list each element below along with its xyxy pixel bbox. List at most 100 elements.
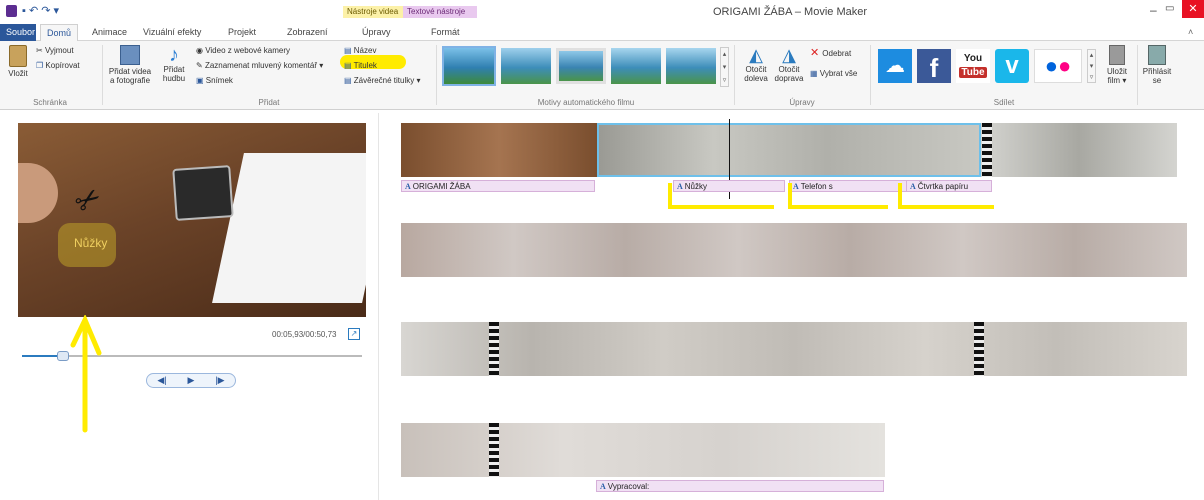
ribbon: Vložit ✂ Vyjmout ❐ Kopírovat Schránka Př…	[0, 41, 1204, 110]
video-clip-selected[interactable]	[597, 123, 981, 177]
group-label-themes: Motivy automatického filmu	[537, 98, 635, 107]
rotate-right-label-1: Otočit	[778, 65, 800, 74]
caption-label: Titulek	[353, 61, 377, 70]
paste-button[interactable]: Vložit	[4, 45, 32, 78]
caption-text: Vypracoval:	[607, 482, 650, 491]
restore-icon[interactable]: ▭	[1165, 3, 1174, 14]
collapse-ribbon-icon[interactable]: ˄	[1188, 27, 1193, 37]
annotation-arrow	[70, 315, 102, 433]
minimize-icon[interactable]: –	[1150, 3, 1157, 17]
transition-marker	[489, 423, 499, 477]
tab-file[interactable]: Soubor	[0, 24, 36, 41]
previous-frame-icon[interactable]: ◀|	[157, 374, 166, 387]
select-all-button[interactable]: ▦ Vybrat vše	[810, 69, 857, 78]
rotate-left-button[interactable]: ◭ Otočit doleva	[740, 45, 772, 83]
fullscreen-icon[interactable]: ↗	[348, 328, 360, 340]
theme-thumbnail[interactable]	[442, 46, 496, 86]
tab-format[interactable]: Formát	[425, 24, 466, 41]
next-frame-icon[interactable]: |▶	[215, 374, 224, 387]
window-title: ORIGAMI ŽÁBA – Movie Maker	[712, 6, 868, 18]
ribbon-tabs: Soubor Domů Animace Vizuální efekty Proj…	[0, 24, 1204, 41]
video-clip[interactable]	[981, 123, 1177, 177]
annotation-underlines	[668, 183, 994, 209]
clipboard-icon	[9, 45, 27, 67]
narration-button[interactable]: ✎ Zaznamenat mluvený komentář ▾	[196, 61, 323, 70]
tab-view[interactable]: Zobrazení	[281, 24, 334, 41]
snapshot-icon: ▣	[196, 76, 206, 85]
rotate-left-label-2: doleva	[744, 74, 768, 83]
flickr-icon[interactable]: ●●	[1034, 49, 1082, 83]
cut-button[interactable]: ✂ Vyjmout	[36, 46, 74, 55]
user-icon	[1148, 45, 1166, 65]
divider	[870, 45, 871, 105]
vimeo-icon[interactable]: v	[995, 49, 1029, 83]
video-preview[interactable]: ✂ Nůžky	[18, 123, 366, 317]
share-gallery-scroll[interactable]: ▴ ▾ ▿	[1087, 49, 1096, 83]
snapshot-label: Snímek	[205, 76, 233, 85]
snapshot-button[interactable]: ▣ Snímek	[196, 76, 233, 85]
add-music-button[interactable]: ♪ Přidat hudbu	[158, 45, 190, 83]
rotate-left-label-1: Otočit	[745, 65, 767, 74]
rotate-left-icon: ◭	[749, 45, 763, 65]
webcam-icon: ◉	[196, 46, 206, 55]
theme-thumbnail[interactable]	[611, 48, 661, 84]
divider	[1137, 45, 1138, 105]
rotate-right-label-2: doprava	[774, 74, 804, 83]
caption-button[interactable]: ▤ Titulek	[344, 61, 377, 70]
transition-marker	[982, 123, 992, 177]
timeline-caption[interactable]: A Vypracoval:	[596, 480, 884, 492]
sign-in-button[interactable]: Přihlásit se	[1141, 45, 1173, 85]
tab-home[interactable]: Domů	[40, 24, 79, 41]
divider	[734, 45, 735, 105]
divider	[436, 45, 437, 105]
remove-button[interactable]: ✕ Odebrat	[810, 47, 852, 59]
video-clip[interactable]	[401, 223, 1187, 277]
timeline-caption[interactable]: A ORIGAMI ŽÁBA	[401, 180, 595, 192]
theme-thumbnail[interactable]	[556, 48, 606, 84]
group-label-clipboard: Schránka	[33, 98, 67, 107]
theme-thumbnail[interactable]	[501, 48, 551, 84]
remove-icon: ✕	[810, 47, 823, 59]
tab-edit[interactable]: Úpravy	[356, 24, 397, 41]
tab-animations[interactable]: Animace	[86, 24, 133, 41]
add-music-label-1: Přidat	[163, 65, 185, 74]
transition-marker	[974, 322, 984, 376]
caption-text: ORIGAMI ŽÁBA	[412, 182, 471, 191]
video-clip[interactable]	[401, 423, 885, 477]
add-videos-label-2: a fotografie	[109, 76, 151, 85]
save-movie-button[interactable]: Uložit film ▾	[1101, 45, 1133, 85]
video-clip[interactable]	[401, 322, 1187, 376]
copy-label: Kopírovat	[45, 61, 80, 70]
title-button[interactable]: ▤ Název	[344, 46, 376, 55]
theme-thumbnail[interactable]	[666, 48, 716, 84]
select-all-label: Vybrat vše	[819, 69, 858, 78]
webcam-label: Video z webové kamery	[205, 46, 290, 55]
video-clip[interactable]	[401, 123, 597, 177]
rotate-right-button[interactable]: ◮ Otočit doprava	[772, 45, 806, 83]
youtube-icon[interactable]: You Tube	[956, 49, 990, 83]
facebook-icon[interactable]: f	[917, 49, 951, 83]
gallery-scroll[interactable]: ▴ ▾ ▿	[720, 47, 729, 87]
tab-visual-effects[interactable]: Vizuální efekty	[137, 24, 207, 41]
group-label-edit: Úpravy	[789, 98, 815, 107]
onedrive-icon[interactable]: ☁	[878, 49, 912, 83]
tab-project[interactable]: Projekt	[222, 24, 262, 41]
remove-label: Odebrat	[822, 49, 852, 58]
close-icon[interactable]: ✕	[1182, 0, 1204, 18]
copy-button[interactable]: ❐ Kopírovat	[36, 61, 80, 70]
save-movie-icon	[1109, 45, 1125, 65]
credits-button[interactable]: ▤ Závěrečné titulky ▾	[344, 76, 421, 85]
webcam-button[interactable]: ◉ Video z webové kamery	[196, 46, 290, 55]
title-label: Název	[353, 46, 377, 55]
play-icon[interactable]: ▶	[188, 374, 195, 387]
scissors-icon: ✂	[36, 46, 45, 55]
storyboard-timeline: A ORIGAMI ŽÁBA A Nůžky A Telefon s A Čtvrtka…	[378, 113, 1204, 500]
title-bar: ▪ ↶ ↷ ▾ Nástroje videa Textové nástroje …	[0, 0, 1204, 24]
quick-access-toolbar[interactable]: ▪ ↶ ↷ ▾	[22, 4, 59, 17]
paste-label: Vložit	[8, 69, 28, 78]
group-label-share: Sdílet	[993, 98, 1015, 107]
add-videos-button[interactable]: Přidat videa a fotografie	[106, 45, 154, 85]
sign-in-label-1: Přihlásit	[1142, 67, 1172, 76]
film-photo-icon	[120, 45, 140, 65]
credits-icon: ▤	[344, 76, 354, 85]
